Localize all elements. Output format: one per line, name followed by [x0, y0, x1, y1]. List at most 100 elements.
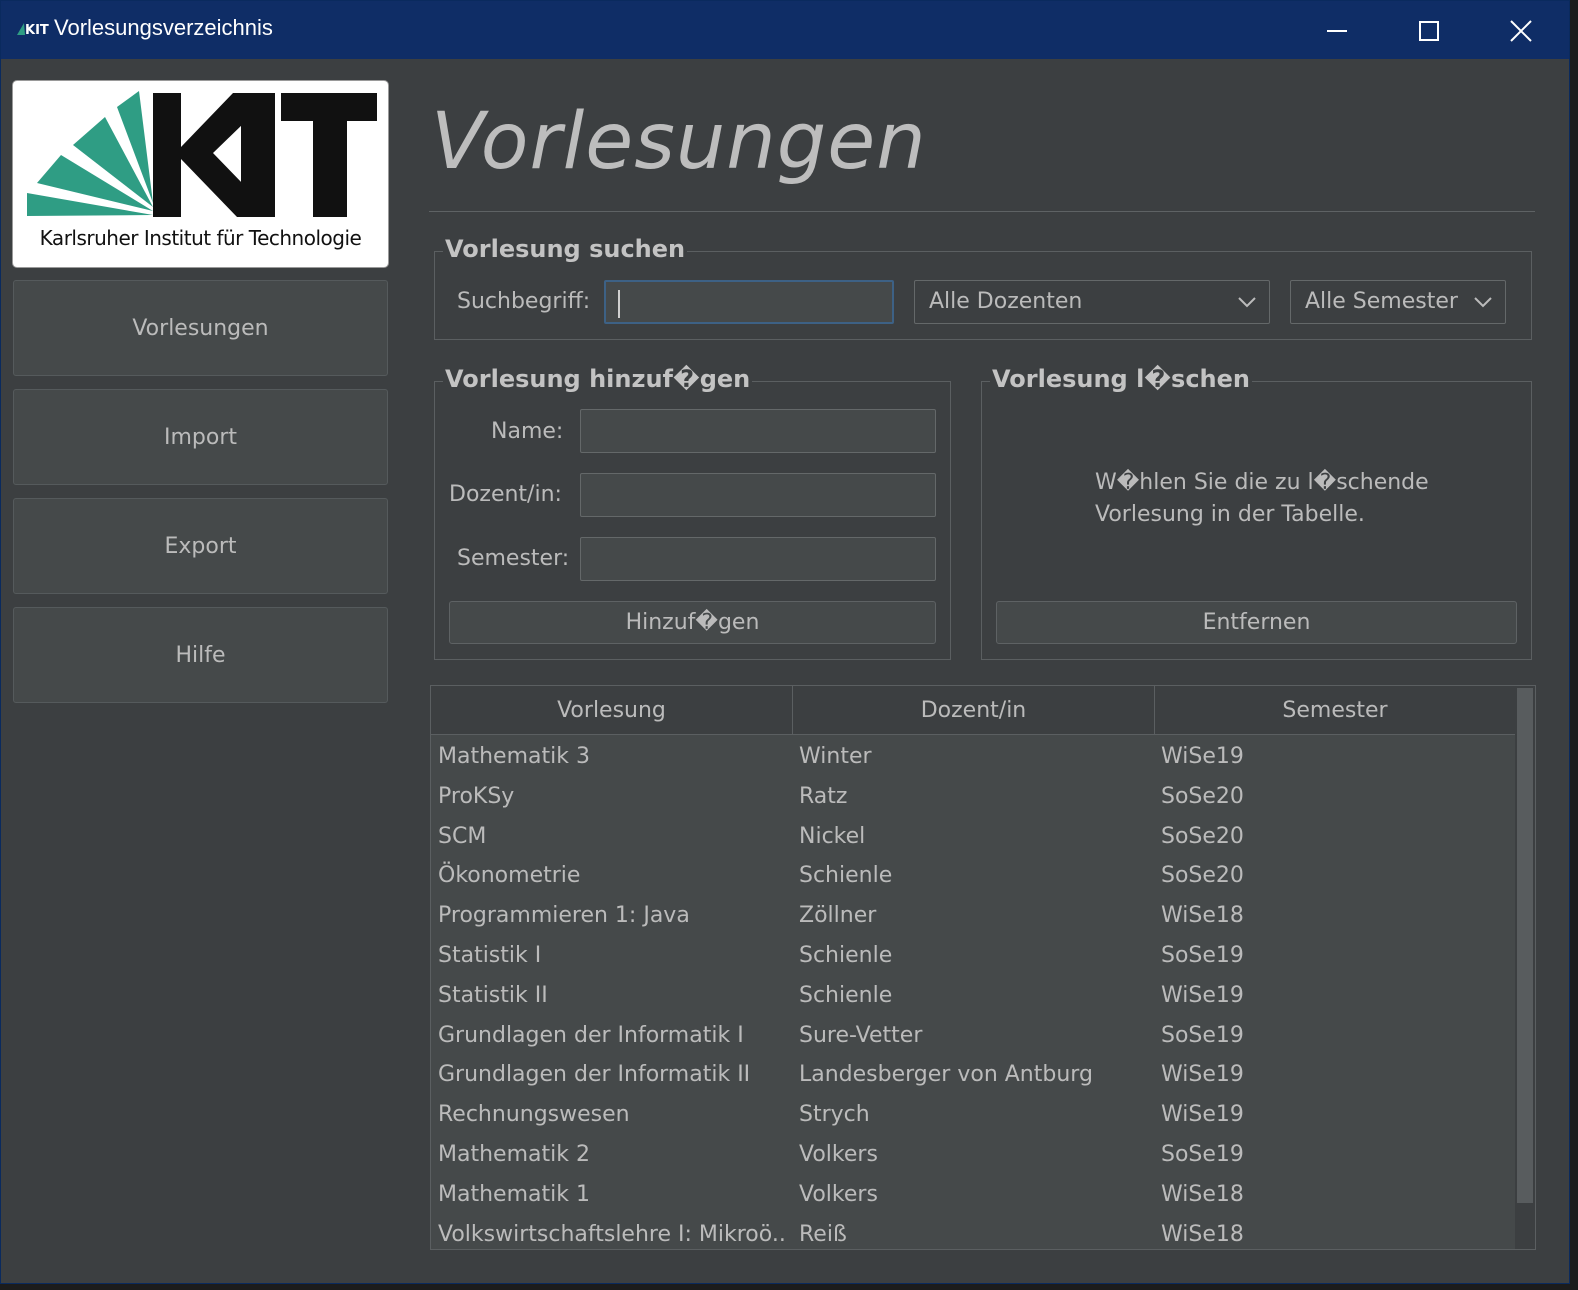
lectures-table[interactable]: Vorlesung Dozent/in Semester Mathematik …	[430, 685, 1536, 1250]
cell-vorlesung: Programmieren 1: Java	[438, 903, 690, 929]
cell-dozent: Sure-Vetter	[799, 1022, 923, 1048]
semester-label: Semester:	[457, 546, 570, 571]
name-label: Name:	[491, 419, 564, 444]
add-group-title: Vorlesung hinzuf�gen	[443, 365, 753, 393]
lecturer-label: Dozent/in:	[449, 482, 562, 507]
table-row[interactable]: Ökonometrie Schienle SoSe20	[431, 854, 1515, 894]
kit-app-icon: KIT	[17, 23, 49, 38]
nav-vorlesungen-button[interactable]: Vorlesungen	[13, 280, 388, 376]
chevron-down-icon	[1474, 297, 1492, 308]
window-title: Vorlesungsverzeichnis	[54, 15, 273, 40]
cell-vorlesung: Mathematik 3	[438, 744, 590, 769]
close-button[interactable]	[1481, 1, 1561, 59]
cell-semester: WiSe19	[1161, 744, 1244, 769]
table-row[interactable]: Mathematik 2 Volkers SoSe19	[431, 1133, 1515, 1173]
cell-semester: SoSe19	[1161, 1022, 1244, 1048]
nav-import-button[interactable]: Import	[13, 389, 388, 485]
cell-semester: SoSe20	[1161, 823, 1244, 849]
table-row[interactable]: Rechnungswesen Strych WiSe19	[431, 1093, 1515, 1133]
cell-dozent: Strych	[799, 1102, 870, 1128]
maximize-icon	[1419, 21, 1439, 41]
cell-semester: WiSe19	[1161, 982, 1244, 1008]
table-row[interactable]: ProKSy Ratz SoSe20	[431, 775, 1515, 815]
table-body: Mathematik 3 Winter WiSe19 ProKSy Ratz SoSe20…	[431, 735, 1515, 1249]
cell-semester: WiSe18	[1161, 1181, 1244, 1207]
cell-dozent: Schienle	[799, 982, 893, 1008]
semester-filter-value: Alle Semester	[1305, 289, 1458, 314]
logo-caption: Karlsruher Institut für Technologie	[39, 226, 362, 250]
cell-dozent: Nickel	[799, 823, 866, 849]
cell-dozent: Volkers	[799, 1181, 878, 1207]
remove-info-line2: Vorlesung in der Tabelle.	[1095, 502, 1365, 527]
remove-info-text: W�hlen Sie die zu l�schende Vorlesung in…	[1095, 467, 1429, 531]
table-row[interactable]: Volkswirtschaftslehre I: Mikroö... Reiß Wi…	[431, 1213, 1515, 1249]
cell-semester: WiSe19	[1161, 1062, 1244, 1088]
cell-semester: WiSe18	[1161, 903, 1244, 929]
cell-dozent: Volkers	[799, 1141, 878, 1167]
remove-group-title: Vorlesung l�schen	[990, 365, 1252, 393]
title-bar[interactable]: KIT Vorlesungsverzeichnis	[1, 1, 1569, 59]
cell-vorlesung: Rechnungswesen	[438, 1102, 630, 1128]
table-row[interactable]: Mathematik 1 Volkers WiSe18	[431, 1173, 1515, 1213]
table-row[interactable]: Grundlagen der Informatik I Sure-Vetter So…	[431, 1014, 1515, 1054]
table-row[interactable]: Mathematik 3 Winter WiSe19	[431, 735, 1515, 775]
lecturer-filter-value: Alle Dozenten	[929, 289, 1083, 314]
column-header-vorlesung[interactable]: Vorlesung	[431, 686, 793, 734]
cell-semester: WiSe19	[1161, 1102, 1244, 1128]
page-title: Vorlesungen	[431, 97, 927, 187]
cell-dozent: Schienle	[799, 942, 893, 968]
cell-vorlesung: Mathematik 2	[438, 1141, 590, 1167]
maximize-button[interactable]	[1389, 1, 1469, 59]
cell-dozent: Zöllner	[799, 903, 877, 929]
nav-hilfe-button[interactable]: Hilfe	[13, 607, 388, 703]
table-row[interactable]: Statistik I Schienle SoSe19	[431, 934, 1515, 974]
remove-info-line1: W�hlen Sie die zu l�schende	[1095, 470, 1429, 495]
search-label: Suchbegriff:	[457, 289, 591, 314]
text-caret	[618, 290, 620, 318]
table-row[interactable]: SCM Nickel SoSe20	[431, 815, 1515, 855]
table-row[interactable]: Programmieren 1: Java Zöllner WiSe18	[431, 894, 1515, 934]
cell-vorlesung: Volkswirtschaftslehre I: Mikroö...	[438, 1221, 788, 1247]
name-input[interactable]	[580, 409, 936, 453]
cell-semester: SoSe20	[1161, 863, 1244, 889]
cell-vorlesung: SCM	[438, 823, 487, 849]
lecturer-input[interactable]	[580, 473, 936, 517]
column-header-dozent[interactable]: Dozent/in	[793, 686, 1155, 734]
cell-vorlesung: Grundlagen der Informatik II	[438, 1062, 751, 1088]
semester-input[interactable]	[580, 537, 936, 581]
table-row[interactable]: Grundlagen der Informatik II Landesberger…	[431, 1053, 1515, 1093]
nav-export-button[interactable]: Export	[13, 498, 388, 594]
cell-dozent: Reiß	[799, 1221, 847, 1247]
kit-logo-graphic	[27, 91, 377, 217]
chevron-down-icon	[1238, 297, 1256, 308]
cell-vorlesung: Ökonometrie	[438, 863, 581, 889]
remove-button[interactable]: Entfernen	[996, 601, 1517, 644]
search-input[interactable]	[604, 280, 894, 324]
lecturer-filter-select[interactable]: Alle Dozenten	[914, 280, 1270, 324]
cell-vorlesung: Statistik II	[438, 982, 548, 1008]
cell-semester: WiSe18	[1161, 1221, 1244, 1247]
cell-semester: SoSe19	[1161, 1141, 1244, 1167]
cell-dozent: Schienle	[799, 863, 893, 889]
cell-dozent: Ratz	[799, 783, 848, 809]
kit-logo: Karlsruher Institut für Technologie	[13, 81, 388, 267]
minimize-icon	[1327, 30, 1347, 32]
cell-dozent: Landesberger von Antburg	[799, 1062, 1093, 1088]
heading-separator	[429, 211, 1535, 212]
minimize-button[interactable]	[1297, 1, 1377, 59]
cell-vorlesung: Statistik I	[438, 942, 542, 968]
search-group-title: Vorlesung suchen	[443, 235, 688, 263]
column-header-semester[interactable]: Semester	[1155, 686, 1515, 734]
cell-semester: SoSe19	[1161, 942, 1244, 968]
semester-filter-select[interactable]: Alle Semester	[1290, 280, 1506, 324]
table-row[interactable]: Statistik II Schienle WiSe19	[431, 974, 1515, 1014]
cell-dozent: Winter	[799, 744, 872, 769]
svg-text:KIT: KIT	[25, 23, 49, 38]
close-icon	[1510, 20, 1532, 42]
app-window: KIT Vorlesungsverzeichnis Karlsruher Ins…	[0, 0, 1570, 1284]
add-button[interactable]: Hinzuf�gen	[449, 601, 936, 644]
table-header: Vorlesung Dozent/in Semester	[431, 686, 1515, 735]
cell-semester: SoSe20	[1161, 783, 1244, 809]
table-scrollbar-thumb[interactable]	[1517, 688, 1533, 1203]
cell-vorlesung: ProKSy	[438, 783, 515, 809]
